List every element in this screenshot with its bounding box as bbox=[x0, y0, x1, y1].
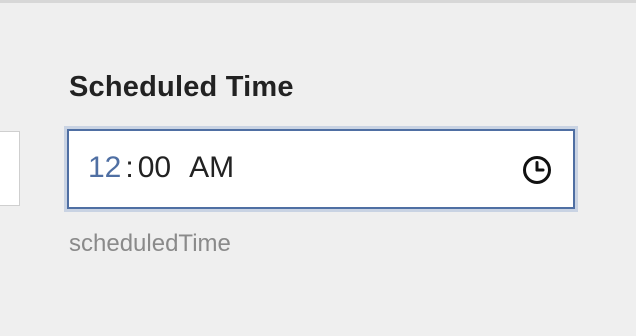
field-helper-text: scheduledTime bbox=[69, 230, 231, 257]
adjacent-input-field[interactable] bbox=[0, 131, 20, 206]
hour-segment[interactable]: 12 bbox=[88, 151, 121, 185]
minute-segment[interactable]: 00 bbox=[138, 151, 171, 185]
time-separator: : bbox=[125, 151, 134, 184]
clock-icon[interactable] bbox=[521, 154, 553, 186]
time-value: 12:00 AM bbox=[88, 151, 234, 185]
top-divider bbox=[0, 0, 636, 3]
scheduled-time-input[interactable]: 12:00 AM bbox=[67, 129, 575, 209]
field-label: Scheduled Time bbox=[69, 71, 294, 103]
period-segment[interactable]: AM bbox=[189, 151, 234, 185]
